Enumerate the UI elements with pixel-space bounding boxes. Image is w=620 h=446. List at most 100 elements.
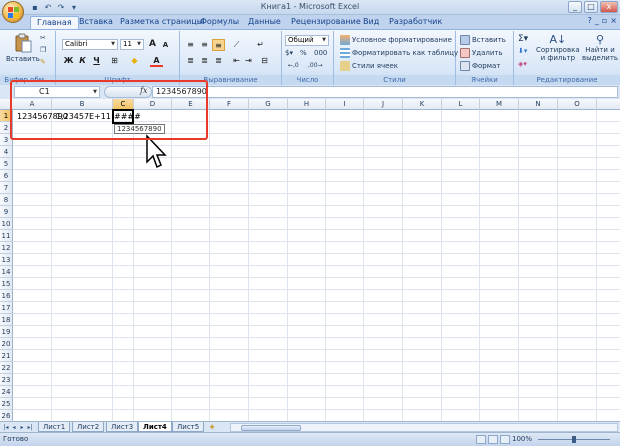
row-header-18[interactable]: 18: [0, 314, 13, 326]
sheet-tab-5[interactable]: Лист5: [172, 422, 205, 432]
align-bottom-icon[interactable]: ≡: [212, 39, 225, 51]
sheet-tab-1[interactable]: Лист1: [38, 422, 71, 432]
formula-input[interactable]: 1234567890: [152, 86, 618, 98]
tab-formulas[interactable]: Формулы: [194, 16, 245, 29]
column-header-f[interactable]: F: [210, 99, 249, 110]
workbook-close-icon[interactable]: ×: [610, 16, 617, 25]
align-left-icon[interactable]: ≣: [184, 55, 197, 67]
column-header-g[interactable]: G: [249, 99, 288, 110]
first-sheet-icon[interactable]: |◂: [2, 423, 10, 432]
row-header-15[interactable]: 15: [0, 278, 13, 290]
row-header-13[interactable]: 13: [0, 254, 13, 266]
format-cells-button[interactable]: Формат: [460, 61, 500, 71]
column-header-o[interactable]: O: [558, 99, 597, 110]
insert-cells-button[interactable]: Вставить: [460, 35, 506, 45]
row-header-22[interactable]: 22: [0, 362, 13, 374]
column-header-l[interactable]: L: [442, 99, 480, 110]
column-header-k[interactable]: K: [403, 99, 442, 110]
row-header-26[interactable]: 26: [0, 410, 13, 421]
number-format-combo[interactable]: Общий ▼: [285, 35, 329, 46]
wrap-text-icon[interactable]: ↵: [254, 39, 267, 51]
column-header-n[interactable]: N: [519, 99, 558, 110]
row-header-11[interactable]: 11: [0, 230, 13, 242]
font-name-combo[interactable]: Calibri ▼: [62, 39, 118, 50]
column-header-m[interactable]: M: [480, 99, 519, 110]
horizontal-scrollbar[interactable]: [230, 423, 618, 432]
shrink-font-icon[interactable]: A: [159, 39, 172, 51]
last-sheet-icon[interactable]: ▸|: [26, 423, 34, 432]
row-header-19[interactable]: 19: [0, 326, 13, 338]
sheet-tab-4[interactable]: Лист4: [138, 422, 172, 432]
find-select-button[interactable]: ⚲ Найти и выделить: [582, 33, 618, 62]
worksheet-grid[interactable]: ABCDEFGHIJKLMNO 1 2 3 4 5 6 7 8 9 10 11 12 13 14 15 16 1…: [0, 99, 620, 421]
fill-icon[interactable]: ⬇▾: [518, 47, 527, 55]
normal-view-icon[interactable]: [476, 435, 486, 444]
page-layout-view-icon[interactable]: [488, 435, 498, 444]
next-sheet-icon[interactable]: ▸: [18, 423, 26, 432]
percent-icon[interactable]: %: [300, 49, 307, 57]
row-header-24[interactable]: 24: [0, 386, 13, 398]
row-header-5[interactable]: 5: [0, 158, 13, 170]
format-as-table-button[interactable]: Форматировать как таблицу: [340, 48, 458, 58]
autosum-icon[interactable]: Σ▾: [518, 34, 528, 44]
paste-button[interactable]: Вставить: [6, 33, 40, 63]
borders-icon[interactable]: ⊞: [108, 55, 121, 67]
align-top-icon[interactable]: ≡: [184, 39, 197, 51]
tab-review[interactable]: Рецензирование: [285, 16, 367, 29]
format-painter-icon[interactable]: ✎: [40, 58, 46, 66]
currency-icon[interactable]: $▾: [285, 49, 293, 57]
sort-filter-button[interactable]: A↓ Сортировка и фильтр: [536, 33, 580, 62]
font-size-combo[interactable]: 11 ▼: [120, 39, 144, 50]
row-header-20[interactable]: 20: [0, 338, 13, 350]
merge-center-icon[interactable]: ⊟: [258, 55, 271, 67]
tab-view[interactable]: Вид: [357, 16, 385, 29]
horizontal-scrollbar-thumb[interactable]: [241, 425, 301, 431]
row-header-9[interactable]: 9: [0, 206, 13, 218]
row-header-17[interactable]: 17: [0, 302, 13, 314]
copy-icon[interactable]: ❐: [40, 46, 46, 54]
row-header-4[interactable]: 4: [0, 146, 13, 158]
delete-cells-button[interactable]: Удалить: [460, 48, 503, 58]
row-header-6[interactable]: 6: [0, 170, 13, 182]
column-header-i[interactable]: I: [326, 99, 364, 110]
row-header-16[interactable]: 16: [0, 290, 13, 302]
column-header-j[interactable]: J: [364, 99, 403, 110]
decrease-decimal-icon[interactable]: ,00→: [308, 62, 323, 69]
font-color-icon[interactable]: A: [150, 55, 163, 67]
row-header-10[interactable]: 10: [0, 218, 13, 230]
workbook-minimize-icon[interactable]: _: [595, 16, 599, 25]
tab-developer[interactable]: Разработчик: [383, 16, 448, 29]
clear-icon[interactable]: ◈▾: [518, 60, 527, 68]
zoom-slider-knob[interactable]: [572, 436, 576, 443]
zoom-level[interactable]: 100%: [512, 435, 532, 443]
align-middle-icon[interactable]: ≡: [198, 39, 211, 51]
row-header-25[interactable]: 25: [0, 398, 13, 410]
minimize-button[interactable]: _: [568, 1, 582, 13]
tab-data[interactable]: Данные: [242, 16, 287, 29]
office-button[interactable]: [2, 1, 24, 23]
increase-decimal-icon[interactable]: ←,0: [288, 62, 299, 69]
row-header-21[interactable]: 21: [0, 350, 13, 362]
grow-font-icon[interactable]: A: [146, 38, 159, 50]
align-center-icon[interactable]: ≣: [198, 55, 211, 67]
row-header-23[interactable]: 23: [0, 374, 13, 386]
bold-icon[interactable]: Ж: [62, 55, 75, 67]
close-button[interactable]: x: [600, 1, 618, 13]
orientation-icon[interactable]: ⟋: [230, 39, 243, 51]
help-icon[interactable]: ?: [588, 16, 592, 25]
page-break-view-icon[interactable]: [500, 435, 510, 444]
row-header-12[interactable]: 12: [0, 242, 13, 254]
cut-icon[interactable]: ✂: [40, 34, 46, 42]
italic-icon[interactable]: К: [76, 55, 89, 67]
tab-home[interactable]: Главная: [30, 16, 79, 29]
cell-styles-button[interactable]: Стили ячеек: [340, 61, 398, 71]
sheet-tab-2[interactable]: Лист2: [72, 422, 105, 432]
comma-style-icon[interactable]: 000: [314, 49, 327, 57]
conditional-formatting-button[interactable]: Условное форматирование: [340, 35, 452, 45]
column-header-h[interactable]: H: [288, 99, 326, 110]
prev-sheet-icon[interactable]: ◂: [10, 423, 18, 432]
sheet-tab-3[interactable]: Лист3: [106, 422, 139, 432]
row-header-8[interactable]: 8: [0, 194, 13, 206]
row-header-7[interactable]: 7: [0, 182, 13, 194]
tab-insert[interactable]: Вставка: [73, 16, 119, 29]
